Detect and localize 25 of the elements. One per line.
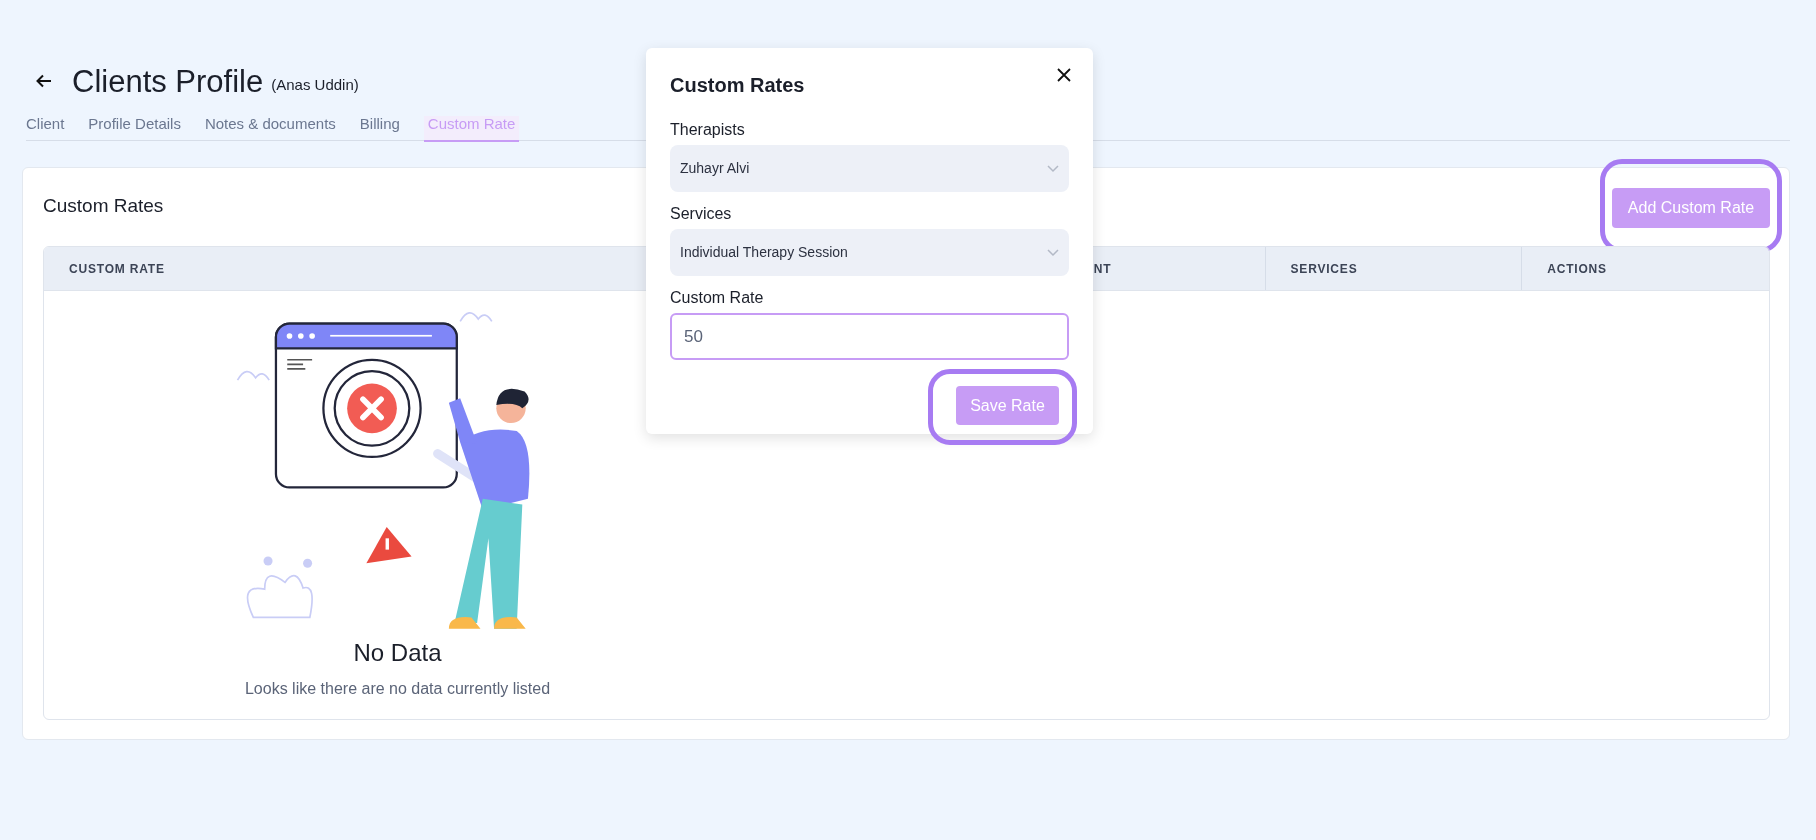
client-name: (Anas Uddin) — [271, 75, 359, 95]
column-header: CUSTOM RATE — [69, 260, 165, 278]
column-header: ACTIONS — [1547, 260, 1607, 278]
chevron-down-icon — [1047, 164, 1059, 173]
tab[interactable]: Notes & documents — [204, 116, 336, 141]
tab[interactable]: Client — [26, 116, 65, 141]
empty-message: Looks like there are no data currently listed — [244, 679, 551, 699]
field-label: Services — [670, 204, 733, 224]
rate-input[interactable]: 50 — [670, 313, 1069, 360]
field-label: Therapists — [670, 120, 746, 140]
page-title: Clients Profile — [72, 65, 264, 97]
tab[interactable]: Profile Details — [88, 116, 181, 141]
add-custom-rate-button[interactable]: Add Custom Rate — [1612, 188, 1770, 228]
chevron-down-icon — [1047, 248, 1059, 257]
column-header: NT — [1093, 260, 1112, 278]
card-title: Custom Rates — [43, 194, 164, 218]
back-arrow-icon[interactable] — [36, 74, 52, 88]
save-rate-button[interactable]: Save Rate — [956, 386, 1059, 425]
select-field[interactable]: Zuhayr Alvi — [670, 145, 1069, 192]
modal-title: Custom Rates — [670, 73, 805, 98]
empty-title: No Data — [353, 638, 442, 668]
tab[interactable]: Billing — [359, 116, 400, 141]
field-label: Custom Rate — [670, 288, 765, 308]
column-header: SERVICES — [1290, 260, 1358, 278]
select-field[interactable]: Individual Therapy Session — [670, 229, 1069, 276]
